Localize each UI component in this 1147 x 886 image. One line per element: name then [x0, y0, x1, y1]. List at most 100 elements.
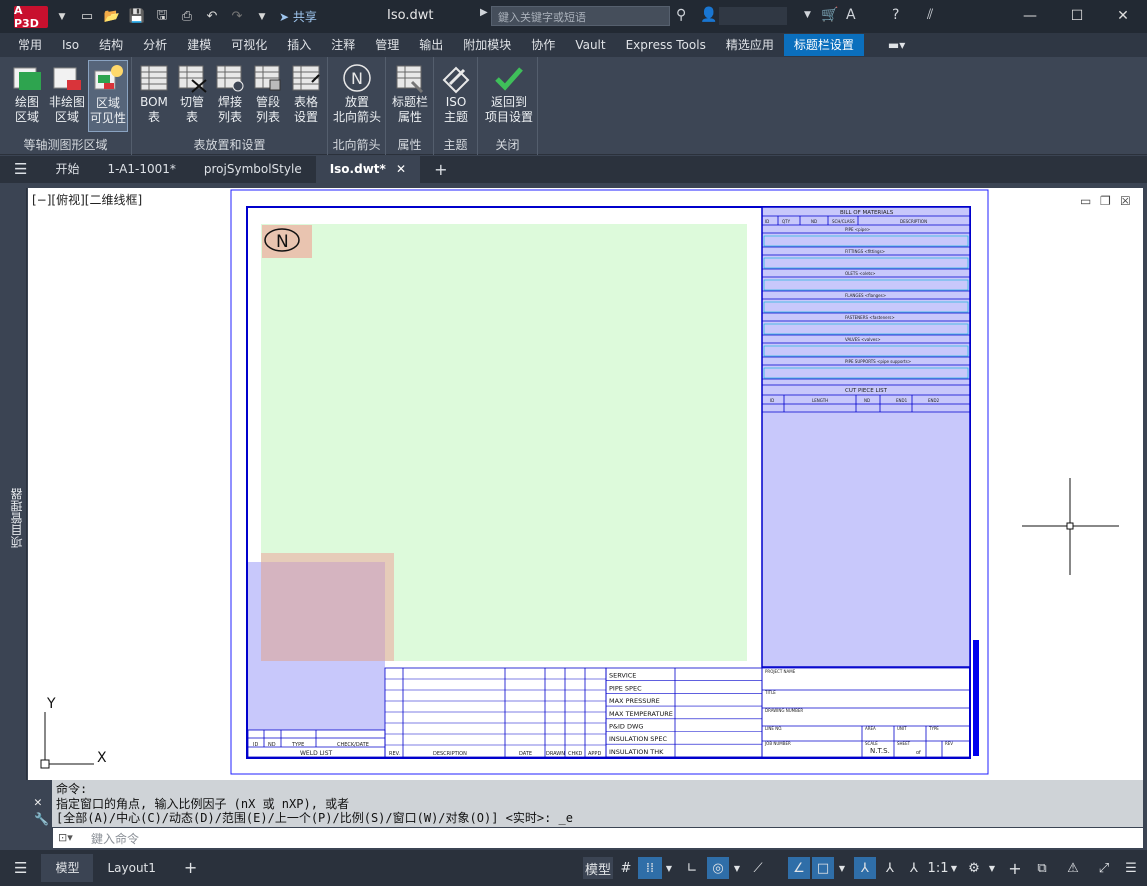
open-file-icon[interactable]: 📂 — [101, 6, 123, 28]
minimize-button[interactable]: — — [1015, 4, 1045, 28]
fullscreen-icon[interactable]: ⤢ — [1093, 857, 1115, 879]
ribbon-options-dropdown-icon[interactable]: ▬▾ — [878, 34, 915, 56]
maximize-button[interactable]: ☐ — [1062, 4, 1092, 28]
layout-menu-icon[interactable]: ☰ — [0, 854, 41, 882]
auto-scale-icon[interactable]: ⅄ — [879, 857, 901, 879]
ribbon-tab-2[interactable]: 结构 — [89, 34, 133, 56]
app-logo[interactable]: A P3D — [14, 4, 48, 30]
save-icon[interactable]: 💾 — [126, 6, 148, 28]
account-dropdown-icon[interactable]: ▼ — [804, 10, 811, 20]
ribbon-tab-10[interactable]: 附加模块 — [453, 34, 521, 56]
ribbon-tab-13[interactable]: Express Tools — [616, 34, 716, 56]
tool-cut-pipe-table[interactable]: 切管 表 — [172, 60, 212, 132]
customize-quick-access-icon[interactable]: ▼ — [251, 6, 273, 28]
model-space-toggle[interactable]: 模型 — [583, 857, 613, 879]
ribbon-tab-11[interactable]: 协作 — [521, 34, 565, 56]
file-tab-start[interactable]: 开始 — [41, 156, 93, 183]
workspace-dropdown-icon[interactable]: ▼ — [986, 857, 998, 879]
print-icon[interactable]: ⎙ — [176, 6, 198, 28]
scale-dropdown-icon[interactable]: ▼ — [948, 857, 960, 879]
snap-icon[interactable]: ⁞⁞ — [638, 857, 662, 879]
osnap-dropdown-icon[interactable]: ▼ — [836, 857, 848, 879]
ribbon-tab-5[interactable]: 可视化 — [221, 34, 277, 56]
polar-tracking-icon[interactable]: ◎ — [707, 857, 729, 879]
help-icon[interactable]: ? — [892, 7, 899, 23]
graphics-performance-icon[interactable]: ⚠ — [1062, 857, 1084, 879]
command-prompt-icon[interactable]: ⊡▾ — [58, 831, 73, 844]
spec-row-label: INSULATION SPEC — [609, 735, 667, 743]
ribbon-tab-8[interactable]: 管理 — [365, 34, 409, 56]
tool-titleblock-properties[interactable]: 标题栏 属性 — [390, 60, 430, 132]
autodesk-app-icon[interactable]: A — [846, 7, 856, 23]
user-icon[interactable]: 👤 — [700, 7, 717, 23]
share-button[interactable]: ➤ 共享 — [279, 8, 317, 25]
tool-spool-list[interactable]: 管段 列表 — [248, 60, 288, 132]
customize-command-icon[interactable]: 🔧 — [34, 812, 49, 827]
polar-dropdown-icon[interactable]: ▼ — [731, 857, 743, 879]
close-button[interactable]: ✕ — [1108, 4, 1138, 28]
close-command-icon[interactable]: ✕ — [34, 795, 42, 811]
command-input[interactable]: 鍵入命令 — [53, 828, 1143, 848]
isodraft-icon[interactable]: ⟋ — [747, 857, 769, 879]
app-menu-dropdown-icon[interactable]: ▼ — [51, 6, 73, 28]
command-line-handle[interactable]: ✕ 🔧 — [28, 780, 52, 827]
ribbon-tab-12[interactable]: Vault — [565, 34, 615, 56]
ucs-y-label: Y — [46, 696, 56, 712]
snap-dropdown-icon[interactable]: ▼ — [663, 857, 675, 879]
project-manager-strip[interactable]: 项目管理器 — [5, 188, 27, 780]
tool-weld-list[interactable]: 焊接 列表 — [210, 60, 250, 132]
workspace-gear-icon[interactable]: ⚙ — [963, 857, 985, 879]
annotation-scale-value[interactable]: 1:1 — [928, 857, 949, 879]
panel-title: 属性 — [397, 138, 422, 152]
ribbon-tab-6[interactable]: 插入 — [277, 34, 321, 56]
add-icon[interactable]: + — [1004, 857, 1026, 879]
add-layout-icon[interactable]: + — [170, 854, 211, 882]
tool-draw-area[interactable]: 绘图 区域 — [7, 60, 47, 132]
object-snap-icon[interactable]: □ — [812, 857, 834, 879]
ortho-icon[interactable]: ∟ — [681, 857, 703, 879]
ribbon-tab-4[interactable]: 建模 — [177, 34, 221, 56]
save-as-icon[interactable]: 🖫 — [151, 6, 173, 28]
tool-table-settings[interactable]: 表格 设置 — [286, 60, 326, 132]
bom-header-3: SCH/CLASS — [832, 219, 855, 224]
panel-title: 表放置和设置 — [193, 138, 266, 152]
close-tab-icon[interactable]: ✕ — [396, 162, 406, 176]
tool-place-north-arrow[interactable]: N 放置 北向箭头 — [330, 60, 384, 132]
drawing-canvas[interactable]: [−][俯视][二维线框] ▭ ❐ ☒ N BILL OF MATERIALS I… — [28, 188, 1143, 780]
file-menu-icon[interactable]: ☰ — [0, 156, 41, 183]
isolate-objects-icon[interactable]: ⧉ — [1031, 857, 1053, 879]
ribbon-tab-0[interactable]: 常用 — [8, 34, 52, 56]
file-tab-iso[interactable]: Iso.dwt* ✕ — [315, 156, 421, 183]
ribbon-tab-15[interactable]: 标题栏设置 — [783, 34, 864, 56]
ribbon-tab-9[interactable]: 输出 — [409, 34, 453, 56]
file-tab-1a1[interactable]: 1-A1-1001* — [93, 156, 189, 183]
file-tab-projsymbolstyle[interactable]: projSymbolStyle — [190, 156, 316, 183]
tool-return-to-project-setup[interactable]: 返回到 项目设置 — [482, 60, 536, 132]
tool-iso-theme[interactable]: ISO 主题 — [436, 60, 476, 132]
new-tab-icon[interactable]: + — [420, 156, 461, 183]
annotation-visibility-icon[interactable]: ⅄ — [854, 857, 876, 879]
communication-icon[interactable]: ⫽ — [927, 7, 933, 23]
layout-tab-model[interactable]: 模型 — [41, 854, 94, 882]
search-icon[interactable]: ⚲ — [676, 7, 686, 23]
new-file-icon[interactable]: ▭ — [76, 6, 98, 28]
grid-icon[interactable]: # — [616, 857, 636, 879]
customize-statusbar-icon[interactable]: ☰ — [1120, 857, 1142, 879]
search-input[interactable]: 鍵入关键字或短语 — [491, 6, 670, 26]
user-name-field[interactable] — [719, 7, 787, 25]
tb-title: TITLE — [764, 690, 776, 695]
search-expand-icon[interactable]: ▶ — [480, 7, 488, 18]
tool-bom-table[interactable]: BOM 表 — [134, 60, 174, 132]
tool-non-draw-area[interactable]: 非绘图 区域 — [47, 60, 87, 132]
annotation-scale-icon[interactable]: ⅄ — [903, 857, 925, 879]
ribbon-tab-7[interactable]: 注释 — [321, 34, 365, 56]
redo-icon[interactable]: ↷ — [226, 6, 248, 28]
cart-icon[interactable]: 🛒 — [821, 7, 838, 23]
undo-icon[interactable]: ↶ — [201, 6, 223, 28]
ribbon-tab-14[interactable]: 精选应用 — [716, 34, 784, 56]
object-snap-tracking-icon[interactable]: ∠ — [788, 857, 810, 879]
ribbon-tab-1[interactable]: Iso — [52, 34, 89, 56]
tool-area-visibility[interactable]: 区域 可见性 — [88, 60, 128, 132]
layout-tab-layout1[interactable]: Layout1 — [93, 854, 169, 882]
ribbon-tab-3[interactable]: 分析 — [133, 34, 177, 56]
